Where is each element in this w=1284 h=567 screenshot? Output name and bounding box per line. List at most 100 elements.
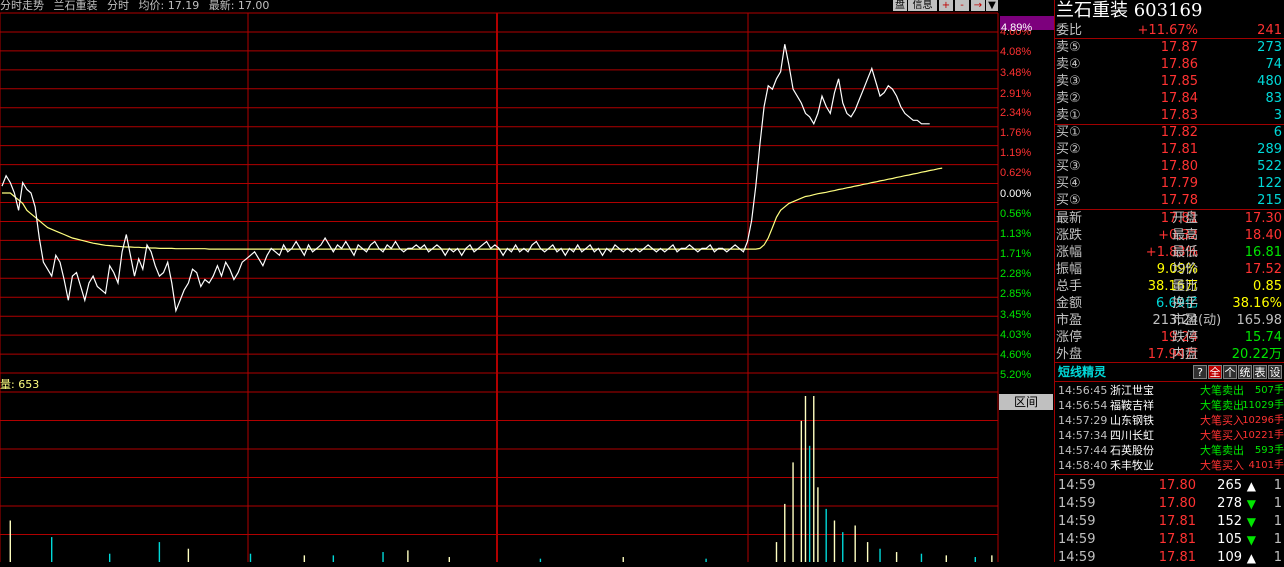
quote-label: 涨幅 [1056, 245, 1083, 260]
row-value: 17.81 [1160, 142, 1198, 157]
arrow-down-icon: ▼ [1246, 515, 1256, 529]
percent-label-down: 3.45% [1000, 309, 1032, 321]
deal-action: 大笔卖出 [1200, 384, 1244, 397]
deal-time: 14:58:40 [1058, 459, 1108, 472]
row-value: 17.83 [1160, 108, 1198, 123]
deal-row[interactable]: 14:58:40 禾丰牧业 大笔买入 4101手 [1058, 458, 1284, 473]
quote-value-2: 0.85 [1253, 279, 1282, 294]
quote-label-2: 最高 [1172, 228, 1199, 243]
quote-label: 总手 [1056, 279, 1083, 294]
chart-mode: 分时 [107, 0, 129, 12]
deal-time: 14:56:45 [1058, 384, 1108, 397]
single-button[interactable]: 个 [1223, 365, 1237, 379]
row-label: 卖④ [1056, 57, 1081, 72]
interval-button[interactable]: 区间 [999, 394, 1053, 410]
next-button[interactable]: → [971, 0, 985, 11]
quote-label-2: 量比 [1172, 279, 1199, 294]
percent-label-down: 4.03% [1000, 329, 1032, 341]
menu-dropdown-button[interactable]: ▼ [986, 0, 998, 11]
row-qty: 122 [1257, 176, 1282, 191]
quote-label-2: 换手 [1172, 296, 1199, 311]
deal-row[interactable]: 14:56:54 福鞍吉祥 大笔卖出 11029手 [1058, 398, 1284, 413]
divider [1055, 362, 1284, 363]
row-qty: 215 [1257, 193, 1282, 208]
percent-label-down: 0.56% [1000, 208, 1032, 220]
tick-price: 17.81 [1158, 532, 1196, 547]
current-percent-value: 4.89% [1001, 22, 1033, 34]
row-qty: 241 [1257, 23, 1282, 38]
percent-label-down: 2.28% [1000, 268, 1032, 280]
quote-label: 振幅 [1056, 262, 1083, 277]
deal-action: 大笔买入 [1200, 414, 1244, 427]
tick-row: 14:59 17.81 152 ▼ 1 [1056, 513, 1284, 531]
tick-count: 1 [1273, 532, 1282, 547]
percent-label-up: 1.76% [1000, 127, 1032, 139]
arrow-down-icon: ▼ [1246, 497, 1256, 511]
tick-price: 17.81 [1158, 514, 1196, 529]
arrow-up-icon: ▲ [1246, 479, 1256, 493]
quote-label-2: 开盘 [1172, 211, 1199, 226]
pan-button[interactable]: 盘 [893, 0, 907, 11]
deal-row[interactable]: 14:56:45 浙江世宝 大笔卖出 507手 [1058, 383, 1284, 398]
deal-stock: 福鞍吉祥 [1110, 399, 1154, 412]
stock-title: 兰石重装 603169 [1056, 0, 1203, 21]
deal-time: 14:57:34 [1058, 429, 1108, 442]
row-value: 17.87 [1160, 40, 1198, 55]
ask-level: 卖⑤ 17.87 273 [1056, 39, 1284, 56]
row-label: 买④ [1056, 176, 1081, 191]
row-value: 17.82 [1160, 125, 1198, 140]
row-label: 买① [1056, 125, 1081, 140]
row-value: 17.85 [1160, 74, 1198, 89]
row-value: 17.86 [1160, 57, 1198, 72]
all-button[interactable]: 全 [1208, 365, 1222, 379]
percent-label-zero: 0.00% [1000, 188, 1032, 200]
ask-level: 卖① 17.83 3 [1056, 107, 1284, 124]
quote-label: 金额 [1056, 296, 1083, 311]
quote-row: 振幅 9.09% 均价 17.52 [1056, 261, 1284, 278]
row-label: 买② [1056, 142, 1081, 157]
quote-row: 金额 6.69亿 换手 38.16% [1056, 295, 1284, 312]
help-button[interactable]: ? [1193, 365, 1207, 379]
tick-time: 14:59 [1058, 496, 1096, 511]
tick-volume: 265 [1217, 478, 1242, 493]
deal-qty: 593手 [1254, 445, 1284, 456]
bid-level: 买③ 17.80 522 [1056, 158, 1284, 175]
settings-button[interactable]: 设 [1268, 365, 1282, 379]
price-line-path [1, 44, 930, 313]
zoom-in-button[interactable]: + [939, 0, 953, 11]
row-qty: 522 [1257, 159, 1282, 174]
deal-row[interactable]: 14:57:44 石英股份 大笔卖出 593手 [1058, 443, 1284, 458]
quote-label: 市盈 [1056, 313, 1083, 328]
row-value: 17.79 [1160, 176, 1198, 191]
percent-label-down: 1.13% [1000, 228, 1032, 240]
zoom-out-button[interactable]: - [955, 0, 969, 11]
percent-label-up: 1.19% [1000, 147, 1032, 159]
quote-label: 外盘 [1056, 347, 1083, 362]
quote-label-2: 均价 [1172, 262, 1199, 277]
percent-label-up: 3.48% [1000, 67, 1032, 79]
deal-action: 大笔卖出 [1200, 444, 1244, 457]
tick-count: 1 [1273, 478, 1282, 493]
quote-label: 涨跌 [1056, 228, 1083, 243]
deal-time: 14:57:44 [1058, 444, 1108, 457]
row-qty: 83 [1265, 91, 1282, 106]
intraday-chart[interactable] [0, 0, 1000, 562]
percent-label-down: 2.85% [1000, 288, 1032, 300]
deal-stock: 石英股份 [1110, 444, 1154, 457]
stats-button[interactable]: 统 [1238, 365, 1252, 379]
deal-row[interactable]: 14:57:29 山东钢铁 大笔买入 10296手 [1058, 413, 1284, 428]
table-button[interactable]: 表 [1253, 365, 1267, 379]
percent-label-down: 5.20% [1000, 369, 1032, 381]
deal-stock: 浙江世宝 [1110, 384, 1154, 397]
current-percent-highlight: 4.89% [1000, 16, 1054, 34]
row-label: 卖① [1056, 108, 1081, 123]
deal-qty: 10221手 [1242, 430, 1284, 441]
info-button[interactable]: 信息 [908, 0, 937, 11]
tick-count: 1 [1273, 514, 1282, 529]
deal-row[interactable]: 14:57:34 四川长虹 大笔买入 10221手 [1058, 428, 1284, 443]
deal-qty: 507手 [1254, 385, 1284, 396]
tick-time: 14:59 [1058, 550, 1096, 565]
percent-label-up: 0.62% [1000, 167, 1032, 179]
quote-label-2: 内盘 [1172, 347, 1199, 362]
percent-label-up: 2.34% [1000, 107, 1032, 119]
